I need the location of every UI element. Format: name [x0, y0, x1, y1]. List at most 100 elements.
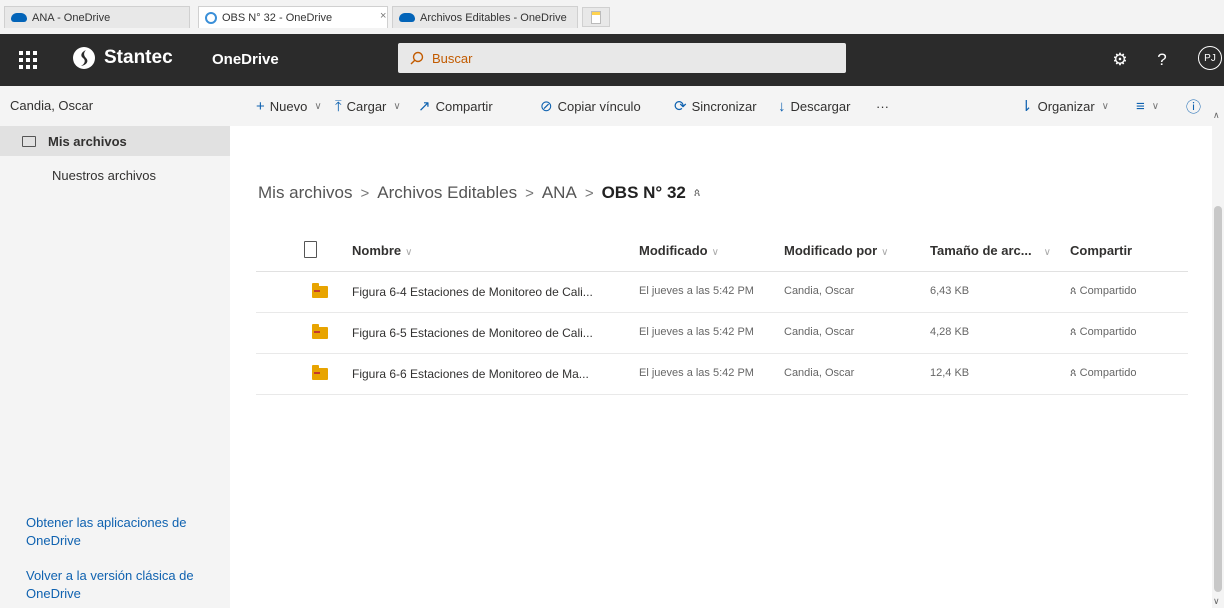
app-name[interactable]: OneDrive: [212, 51, 279, 68]
table-row[interactable]: Figura 6-5 Estaciones de Monitoreo de Ca…: [256, 313, 1188, 354]
sharing-status[interactable]: ጰ Compartido: [1070, 367, 1136, 380]
upload-button[interactable]: ⤒ Cargar ∨: [335, 86, 401, 126]
table-row[interactable]: Figura 6-6 Estaciones de Monitoreo de Ma…: [256, 354, 1188, 395]
sync-label: Sincronizar: [691, 98, 757, 114]
file-name-link[interactable]: Figura 6-6 Estaciones de Monitoreo de Ma…: [352, 367, 589, 381]
breadcrumb-item-mis-archivos[interactable]: Mis archivos: [258, 183, 352, 203]
copy-link-label: Copiar vínculo: [557, 98, 641, 114]
nav-item-label: Nuestros archivos: [52, 167, 157, 183]
column-header-modified[interactable]: Modificado ∨: [639, 243, 719, 258]
browser-tab-ana[interactable]: ANA - OneDrive: [4, 6, 190, 28]
download-label: Descargar: [790, 98, 851, 114]
folder-icon: [22, 135, 36, 147]
breadcrumb-separator: >: [525, 184, 534, 202]
tab-title: Archivos Editables - OneDrive: [420, 11, 567, 24]
left-nav: Candia, Oscar Mis archivos Nuestros arch…: [0, 86, 230, 608]
download-button[interactable]: ↓ Descargar: [778, 86, 850, 126]
tab-title: ANA - OneDrive: [32, 11, 111, 24]
table-row[interactable]: Figura 6-4 Estaciones de Monitoreo de Ca…: [256, 272, 1188, 313]
upload-label: Cargar: [346, 98, 387, 114]
chevron-down-icon: ∨: [881, 247, 889, 258]
suite-bar: Stantec OneDrive ⚙ ? PJ: [0, 34, 1224, 86]
brand[interactable]: Stantec: [72, 46, 173, 70]
sharing-label: Compartido: [1079, 285, 1137, 297]
breadcrumb-item-ana[interactable]: ANA: [542, 183, 577, 203]
file-name-link[interactable]: Figura 6-5 Estaciones de Monitoreo de Ca…: [352, 326, 593, 340]
help-icon[interactable]: ?: [1150, 48, 1174, 72]
file-size: 12,4 KB: [930, 367, 970, 379]
column-header-share[interactable]: Compartir: [1070, 243, 1132, 258]
shared-people-icon[interactable]: ጰ: [694, 187, 701, 200]
browser-tab-obs32[interactable]: OBS N° 32 - OneDrive: [198, 6, 388, 28]
file-size: 6,43 KB: [930, 285, 970, 297]
search-box[interactable]: [398, 43, 846, 73]
tab-close-icon[interactable]: ×: [380, 10, 386, 22]
column-header-label: Modificado: [639, 243, 708, 258]
sharing-status[interactable]: ጰ Compartido: [1070, 285, 1136, 298]
column-header-size[interactable]: Tamaño de arc... ∨: [930, 243, 1051, 258]
info-icon: ⓘ: [1186, 98, 1202, 116]
stantec-logo-icon: [73, 47, 95, 69]
shared-people-icon: ጰ: [1070, 326, 1080, 338]
chevron-down-icon: ∨: [1101, 100, 1109, 112]
search-input[interactable]: [432, 50, 812, 66]
chevron-down-icon: ∨: [405, 247, 413, 258]
settings-gear-icon[interactable]: ⚙: [1108, 48, 1132, 72]
classic-version-link[interactable]: Volver a la versión clásica de OneDrive: [26, 567, 216, 603]
new-tab-icon: [591, 10, 601, 24]
share-label: Compartir: [435, 98, 493, 114]
chevron-down-icon: ∨: [393, 100, 401, 112]
chevron-down-icon: ∨: [314, 100, 322, 112]
file-type-icon[interactable]: [304, 241, 317, 258]
modified-date: El jueves a las 5:42 PM: [639, 285, 754, 297]
nav-item-nuestros-archivos[interactable]: Nuestros archivos: [0, 160, 230, 190]
file-name-link[interactable]: Figura 6-4 Estaciones de Monitoreo de Ca…: [352, 285, 593, 299]
info-button[interactable]: ⓘ: [1186, 86, 1201, 126]
copy-link-button[interactable]: ⊘ Copiar vínculo: [540, 86, 641, 126]
nav-item-mis-archivos[interactable]: Mis archivos: [0, 126, 230, 156]
organize-button[interactable]: ⇂ Organizar ∨: [1020, 86, 1109, 126]
folder-icon: [312, 324, 328, 339]
tab-title: OBS N° 32 - OneDrive: [222, 11, 333, 24]
view-options-button[interactable]: ≡ ∨: [1136, 86, 1159, 126]
sync-icon: ⟳: [674, 98, 687, 115]
new-tab-button[interactable]: [582, 7, 610, 27]
link-icon: ⊘: [540, 98, 553, 115]
column-header-label: Tamaño de arc...: [930, 243, 1032, 258]
breadcrumb-separator: >: [584, 184, 594, 202]
column-header-name[interactable]: Nombre ∨: [352, 243, 412, 258]
sharing-label: Compartido: [1079, 326, 1137, 338]
scroll-up-icon[interactable]: ∧: [1213, 110, 1220, 121]
share-button[interactable]: ↗ Compartir: [418, 86, 493, 126]
chevron-down-icon: ∨: [1151, 100, 1160, 112]
new-label: Nuevo: [269, 98, 308, 114]
scroll-down-icon[interactable]: ∨: [1213, 596, 1220, 607]
folder-icon: [312, 365, 328, 380]
vertical-scrollbar[interactable]: ∧ ∨: [1212, 110, 1224, 608]
scroll-thumb[interactable]: [1214, 206, 1222, 592]
app-launcher-icon[interactable]: [14, 47, 40, 73]
chevron-down-icon: ∨: [1043, 247, 1051, 258]
modified-by[interactable]: Candia, Oscar: [784, 285, 854, 297]
sync-button[interactable]: ⟳ Sincronizar: [674, 86, 757, 126]
column-header-label: Modificado por: [784, 243, 878, 258]
shared-people-icon: ጰ: [1070, 285, 1080, 297]
upload-icon: ⤒: [335, 97, 342, 115]
breadcrumb-item-archivos-editables[interactable]: Archivos Editables: [377, 183, 517, 203]
file-list: Nombre ∨ Modificado ∨ Modificado por ∨ Tama…: [256, 232, 1188, 395]
column-header-modified-by[interactable]: Modificado por ∨: [784, 243, 889, 258]
modified-date: El jueves a las 5:42 PM: [639, 367, 754, 379]
more-commands-button[interactable]: ···: [876, 86, 889, 126]
nav-item-label: Mis archivos: [48, 133, 127, 149]
sharing-label: Compartido: [1079, 367, 1137, 379]
sharing-status[interactable]: ጰ Compartido: [1070, 326, 1136, 339]
onedrive-cloud-icon: [399, 13, 415, 22]
list-view-icon: ≡: [1136, 97, 1145, 115]
share-icon: ↗: [418, 98, 431, 115]
modified-by[interactable]: Candia, Oscar: [784, 367, 854, 379]
avatar[interactable]: PJ: [1198, 46, 1222, 70]
new-button[interactable]: + Nuevo ∨: [256, 86, 322, 126]
browser-tab-archivos-editables[interactable]: Archivos Editables - OneDrive: [392, 6, 578, 28]
get-apps-link[interactable]: Obtener las aplicaciones de OneDrive: [26, 514, 216, 550]
modified-by[interactable]: Candia, Oscar: [784, 326, 854, 338]
